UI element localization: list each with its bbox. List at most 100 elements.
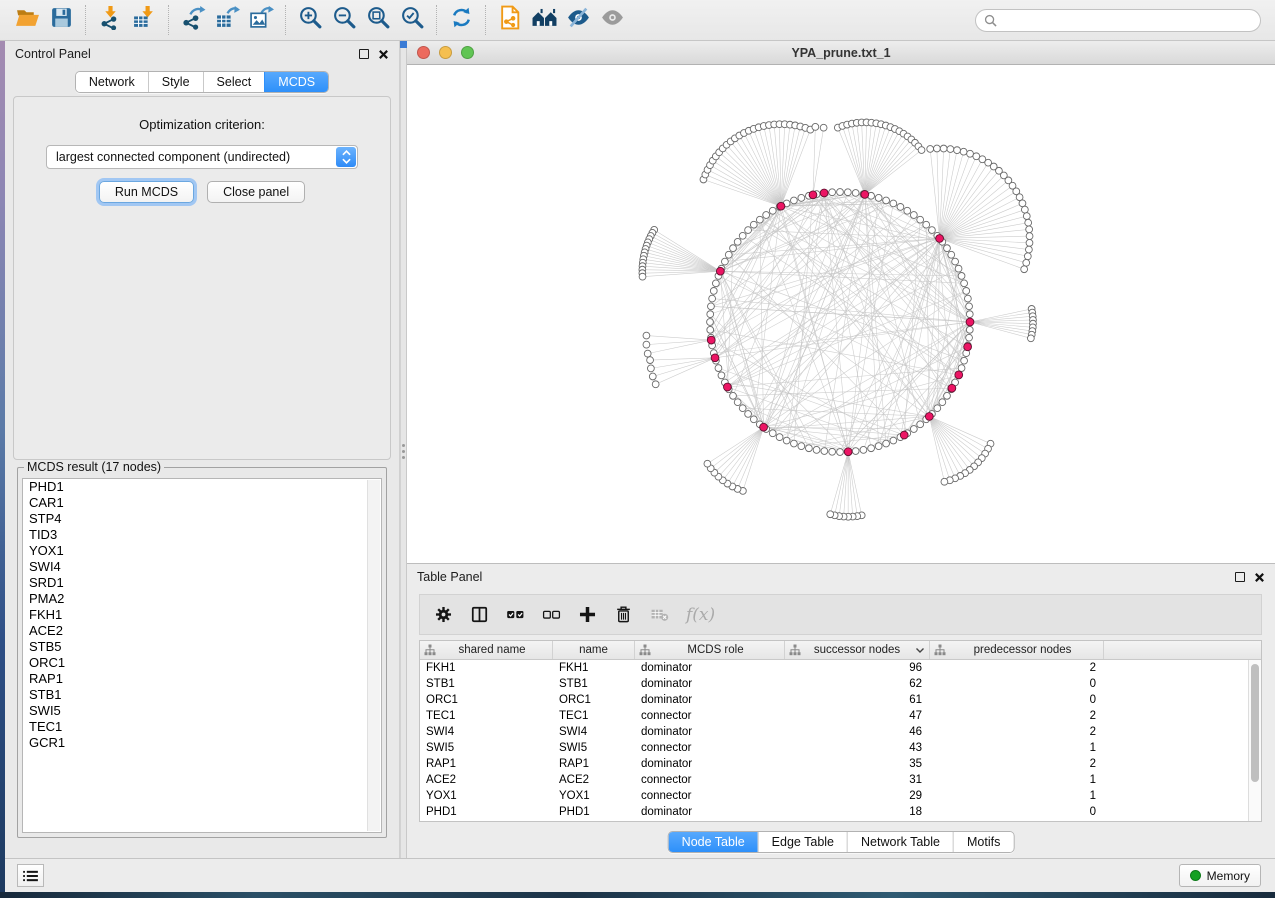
table-row[interactable]: SWI5SWI5connector431	[420, 740, 1248, 756]
show-hidden-button[interactable]	[595, 5, 629, 35]
network-graph[interactable]	[407, 65, 1275, 563]
column-header-successor-nodes[interactable]: successor nodes	[785, 641, 930, 659]
float-window-icon[interactable]	[1235, 572, 1245, 582]
list-item[interactable]: PHD1	[23, 479, 381, 495]
search-input[interactable]	[1003, 13, 1252, 27]
select-all-button[interactable]	[506, 605, 525, 624]
split-divider-corner[interactable]	[400, 41, 407, 48]
export-image-button[interactable]	[244, 5, 278, 35]
table-cell: 1	[930, 740, 1104, 756]
tab-network-table[interactable]: Network Table	[847, 832, 953, 852]
list-item[interactable]: PMA2	[23, 591, 381, 607]
tab-edge-table[interactable]: Edge Table	[758, 832, 847, 852]
table-cell: PHD1	[553, 804, 635, 820]
column-header-mcds-role[interactable]: MCDS role	[635, 641, 785, 659]
list-item[interactable]: STB1	[23, 687, 381, 703]
zoom-fit-button[interactable]	[361, 5, 395, 35]
table-row[interactable]: YOX1YOX1connector291	[420, 788, 1248, 804]
refresh-button[interactable]	[444, 5, 478, 35]
tab-node-table[interactable]: Node Table	[669, 832, 758, 852]
list-item[interactable]: SRD1	[23, 575, 381, 591]
show-columns-button[interactable]	[470, 605, 489, 624]
panel-menu-button[interactable]	[17, 864, 44, 887]
export-table-button[interactable]	[210, 5, 244, 35]
split-divider-grip-icon[interactable]	[402, 444, 405, 462]
network-window-titlebar[interactable]: YPA_prune.txt_1	[407, 41, 1275, 65]
list-item[interactable]: YOX1	[23, 543, 381, 559]
zoom-out-button[interactable]	[327, 5, 361, 35]
hide-selected-button[interactable]	[561, 5, 595, 35]
table-cell: PHD1	[420, 804, 553, 820]
import-table-button[interactable]	[127, 5, 161, 35]
table-cell: RAP1	[553, 756, 635, 772]
close-window-button[interactable]	[417, 46, 430, 59]
tab-select[interactable]: Select	[203, 72, 265, 92]
list-item[interactable]: TEC1	[23, 719, 381, 735]
table-cell: 47	[785, 708, 930, 724]
tab-mcds[interactable]: MCDS	[264, 72, 328, 92]
list-item[interactable]: GCR1	[23, 735, 381, 751]
table-row[interactable]: ACE2ACE2connector311	[420, 772, 1248, 788]
table-scrollbar-thumb[interactable]	[1251, 664, 1259, 782]
close-icon[interactable]	[378, 49, 389, 60]
list-item[interactable]: CAR1	[23, 495, 381, 511]
node-table: shared name name MCDS role successor nod…	[419, 640, 1262, 822]
table-panel-title: Table Panel	[417, 570, 482, 584]
list-item[interactable]: RAP1	[23, 671, 381, 687]
table-row[interactable]: TEC1TEC1connector472	[420, 708, 1248, 724]
list-item[interactable]: STP4	[23, 511, 381, 527]
new-network-from-selection-button[interactable]	[493, 5, 527, 35]
delete-table-button	[650, 605, 669, 624]
memory-button[interactable]: Memory	[1179, 864, 1261, 887]
table-row[interactable]: SWI4SWI4dominator462	[420, 724, 1248, 740]
zoom-selected-button[interactable]	[395, 5, 429, 35]
criterion-dropdown[interactable]: largest connected component (undirected)	[46, 145, 358, 169]
table-cell-filler	[1104, 724, 1248, 740]
column-header-name[interactable]: name	[553, 641, 635, 659]
list-item[interactable]: SWI5	[23, 703, 381, 719]
table-cell: 96	[785, 660, 930, 676]
close-panel-button[interactable]: Close panel	[207, 181, 305, 203]
list-item[interactable]: TID3	[23, 527, 381, 543]
add-column-button[interactable]	[578, 605, 597, 624]
deselect-all-button[interactable]	[542, 605, 561, 624]
table-cell: ACE2	[420, 772, 553, 788]
mcds-result-list[interactable]: PHD1CAR1STP4TID3YOX1SWI4SRD1PMA2FKH1ACE2…	[22, 478, 382, 833]
close-icon[interactable]	[1254, 572, 1265, 583]
save-session-button[interactable]	[44, 5, 78, 35]
list-item[interactable]: SWI4	[23, 559, 381, 575]
table-row[interactable]: RAP1RAP1dominator352	[420, 756, 1248, 772]
list-item[interactable]: ORC1	[23, 655, 381, 671]
table-row[interactable]: PHD1PHD1dominator180	[420, 804, 1248, 820]
column-header-predecessor-nodes[interactable]: predecessor nodes	[930, 641, 1104, 659]
maximize-window-button[interactable]	[461, 46, 474, 59]
run-mcds-button[interactable]: Run MCDS	[99, 181, 194, 203]
delete-column-button[interactable]	[614, 605, 633, 624]
result-list-scrollbar[interactable]	[367, 480, 380, 831]
table-row[interactable]: STB1STB1dominator620	[420, 676, 1248, 692]
table-toolbar: f(x)	[419, 594, 1262, 635]
tab-motifs[interactable]: Motifs	[953, 832, 1013, 852]
list-item[interactable]: FKH1	[23, 607, 381, 623]
minimize-window-button[interactable]	[439, 46, 452, 59]
table-scrollbar[interactable]	[1248, 660, 1261, 821]
toolbar-separator	[85, 5, 86, 35]
tab-network[interactable]: Network	[76, 72, 148, 92]
float-window-icon[interactable]	[359, 49, 369, 59]
table-cell-filler	[1104, 676, 1248, 692]
table-settings-button[interactable]	[434, 605, 453, 624]
list-item[interactable]: ACE2	[23, 623, 381, 639]
search-field[interactable]	[975, 9, 1261, 32]
export-network-button[interactable]	[176, 5, 210, 35]
network-canvas[interactable]	[407, 65, 1275, 563]
tab-style[interactable]: Style	[148, 72, 203, 92]
open-file-button[interactable]	[10, 5, 44, 35]
table-row[interactable]: ORC1ORC1dominator610	[420, 692, 1248, 708]
import-network-button[interactable]	[93, 5, 127, 35]
column-header-shared-name[interactable]: shared name	[420, 641, 553, 659]
zoom-in-button[interactable]	[293, 5, 327, 35]
table-row[interactable]: FKH1FKH1dominator962	[420, 660, 1248, 676]
list-item[interactable]: STB5	[23, 639, 381, 655]
show-all-networks-button[interactable]	[527, 5, 561, 35]
table-cell: dominator	[635, 692, 785, 708]
